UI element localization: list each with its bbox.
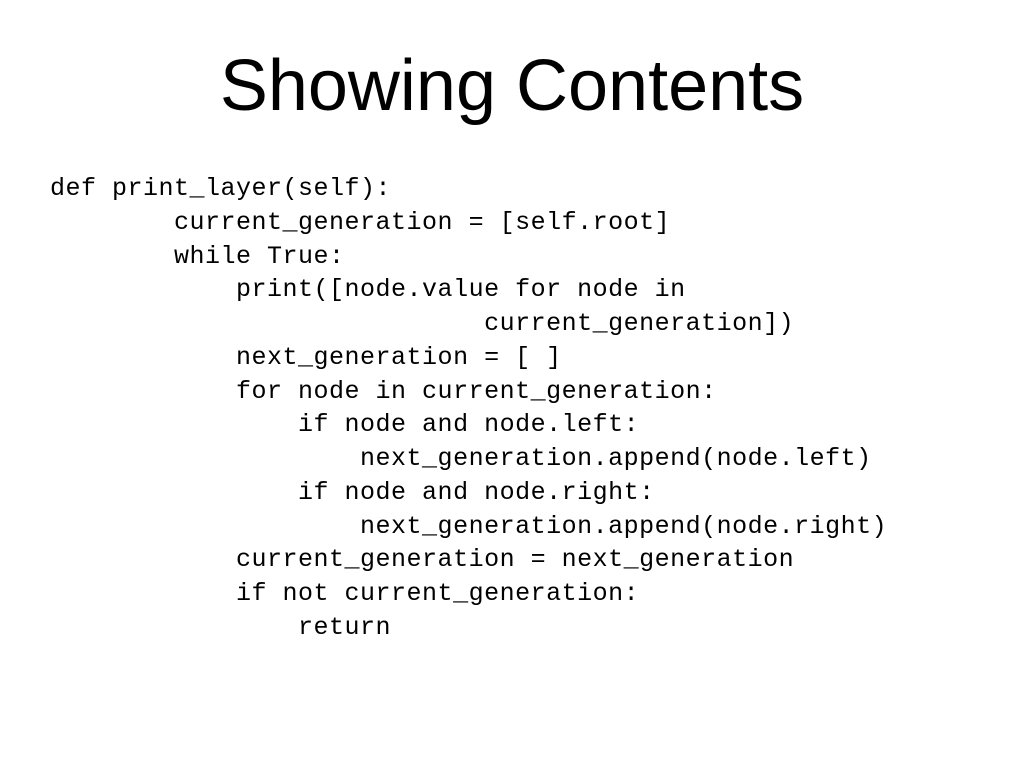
slide-container: Showing Contents def print_layer(self): …	[0, 0, 1024, 768]
slide-title: Showing Contents	[50, 45, 974, 127]
code-block: def print_layer(self): current_generatio…	[50, 172, 974, 645]
